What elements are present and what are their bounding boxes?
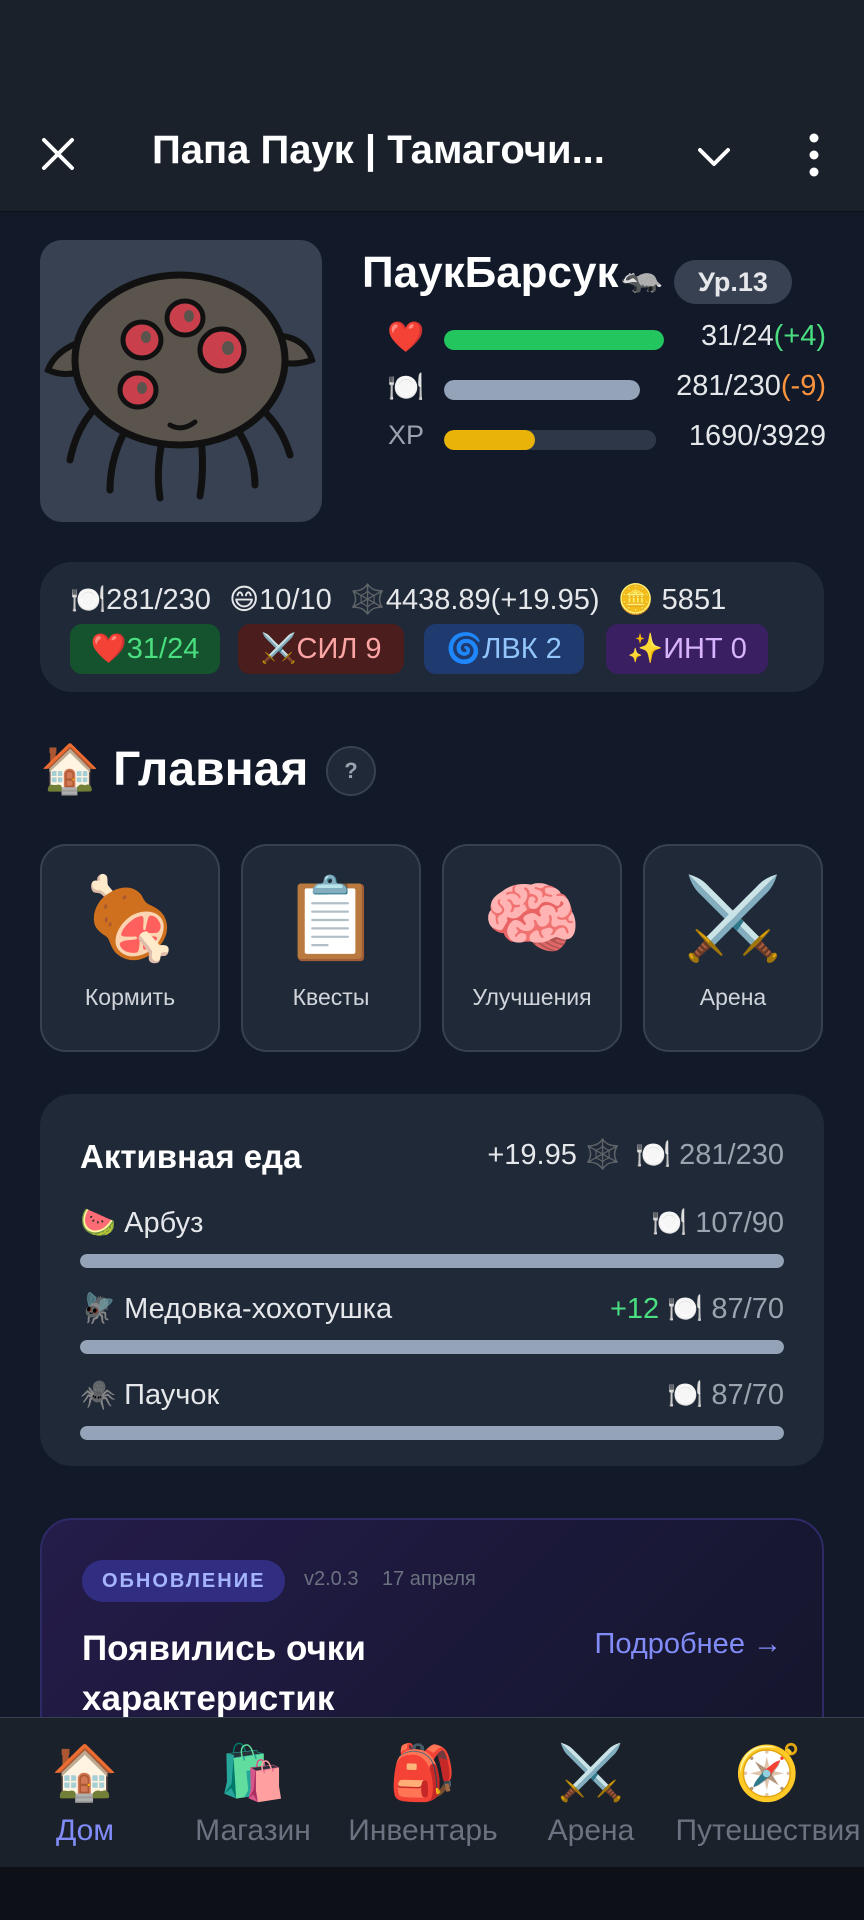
badger-icon: 🦡	[620, 257, 663, 295]
update-badge: ОБНОВЛЕНИЕ	[82, 1560, 286, 1602]
food-value: 🍽️ 87/70	[667, 1293, 784, 1325]
tile-label: Кормить	[84, 984, 176, 1010]
food-value: 281/230	[676, 370, 781, 402]
tile-label: Квесты	[292, 984, 370, 1010]
xp-stat: XP 1690/3929	[386, 418, 826, 458]
xp-bar	[444, 430, 656, 450]
brain-icon: 🧠	[482, 874, 582, 963]
food-delta: (-9)	[780, 370, 826, 402]
resource-coins: 🪙 5851	[617, 584, 727, 616]
web-gain: +19.95 🕸️	[487, 1139, 621, 1171]
food-item-fly: 🪰 Медовка-хохотушка +12 🍽️ 87/70	[80, 1292, 784, 1354]
chip-health: ❤️31/24	[70, 624, 220, 674]
update-date: 17 апреля	[382, 1568, 476, 1590]
xp-label: XP	[387, 420, 425, 450]
feed-tile[interactable]: 🍖 Кормить	[40, 844, 220, 1052]
food-name: 🕷️ Паучок	[80, 1379, 220, 1411]
section-title: 🏠 Главная	[40, 743, 309, 796]
health-bar	[444, 330, 664, 350]
update-version: v2.0.3	[304, 1568, 359, 1590]
nav-label: Магазин	[195, 1814, 311, 1847]
resources-line: 🍽️281/230 😄10/10 🕸️4438.89(+19.95) 🪙 5851	[70, 582, 744, 617]
nav-inventory[interactable]: 🎒 Инвентарь	[338, 1718, 508, 1868]
chip-strength: ⚔️СИЛ 9	[238, 624, 404, 674]
resource-mood: 😄10/10	[228, 584, 332, 616]
food-bar	[444, 380, 640, 400]
system-navigation-bar	[0, 1867, 864, 1920]
nav-label: Инвентарь	[348, 1814, 498, 1847]
pet-avatar[interactable]	[40, 240, 322, 522]
food-item-spider: 🕷️ Паучок 🍽️ 87/70	[80, 1378, 784, 1440]
resource-web: 🕸️4438.89(+19.95)	[349, 584, 600, 616]
food-value: 🍽️ 107/90	[651, 1207, 784, 1239]
food-stat: 🍽️ 281/230(-9)	[386, 368, 826, 408]
more-vertical-icon[interactable]	[798, 130, 830, 180]
chip-agility: 🌀ЛВК 2	[424, 624, 584, 674]
house-icon: 🏠	[40, 743, 100, 796]
page-title: Папа Паук | Тамагочи...	[152, 128, 605, 172]
main-content[interactable]: ПаукБарсук🦡 Ур.13 ❤️ 31/24(+4) 🍽️ 281/23…	[0, 212, 864, 1717]
resource-food: 🍽️281/230	[70, 584, 211, 616]
food-item-watermelon: 🍉 Арбуз 🍽️ 107/90	[80, 1206, 784, 1268]
shopping-bags-icon: 🛍️	[219, 1743, 287, 1803]
food-name: 🪰 Медовка-хохотушка	[80, 1293, 393, 1325]
resources-card: 🍽️281/230 😄10/10 🕸️4438.89(+19.95) 🪙 5851 ❤…	[40, 562, 824, 692]
bottom-navigation: 🏠 Дом 🛍️ Магазин 🎒 Инвентарь ⚔️ Арена 🧭 …	[0, 1717, 864, 1867]
meat-icon: 🍖	[80, 874, 180, 963]
food-progress	[80, 1254, 784, 1268]
health-stat: ❤️ 31/24(+4)	[386, 318, 826, 358]
food-progress	[80, 1340, 784, 1354]
close-icon[interactable]	[36, 132, 80, 176]
tile-label: Улучшения	[472, 984, 592, 1010]
active-food-title: Активная еда	[80, 1138, 302, 1175]
level-badge: Ур.13	[674, 260, 792, 304]
backpack-icon: 🎒	[389, 1743, 457, 1803]
upgrades-tile[interactable]: 🧠 Улучшения	[442, 844, 622, 1052]
crossed-swords-icon: ⚔️	[557, 1743, 625, 1803]
nav-label: Дом	[56, 1814, 114, 1847]
update-title: Появились очки характеристик	[82, 1629, 366, 1717]
chevron-down-icon[interactable]	[692, 134, 736, 178]
app-header: Папа Паук | Тамагочи...	[0, 100, 864, 212]
plate-icon: 🍽️	[387, 371, 425, 404]
clipboard-icon: 📋	[281, 874, 381, 963]
food-bonus: +12	[609, 1293, 660, 1325]
food-total: 🍽️ 281/230	[635, 1139, 784, 1171]
chip-intelligence: ✨ИНТ 0	[606, 624, 768, 674]
more-link[interactable]: Подробнее →	[595, 1628, 782, 1661]
nav-arena[interactable]: ⚔️ Арена	[516, 1718, 666, 1868]
health-delta: (+4)	[773, 320, 826, 352]
nav-shop[interactable]: 🛍️ Магазин	[178, 1718, 328, 1868]
active-food-card: Активная еда +19.95 🕸️ 🍽️ 281/230 🍉 Арбуз…	[40, 1094, 824, 1466]
compass-icon: 🧭	[734, 1743, 802, 1803]
update-card[interactable]: ОБНОВЛЕНИЕ v2.0.3 17 апреля Появились оч…	[40, 1518, 824, 1717]
food-value: 🍽️ 87/70	[667, 1379, 784, 1411]
house-icon: 🏠	[51, 1743, 119, 1803]
help-button[interactable]: ?	[326, 746, 376, 796]
status-bar	[0, 0, 864, 100]
nav-travel[interactable]: 🧭 Путешествия	[672, 1718, 864, 1868]
health-value: 31/24	[701, 320, 774, 352]
heart-icon: ❤️	[387, 321, 425, 354]
tile-label: Арена	[699, 984, 767, 1010]
nav-label: Арена	[547, 1814, 635, 1847]
quests-tile[interactable]: 📋 Квесты	[241, 844, 421, 1052]
food-name: 🍉 Арбуз	[80, 1207, 204, 1239]
food-progress	[80, 1426, 784, 1440]
arena-tile[interactable]: ⚔️ Арена	[643, 844, 823, 1052]
pet-name: ПаукБарсук🦡	[362, 248, 663, 297]
spider-icon	[44, 271, 316, 502]
crossed-swords-icon: ⚔️	[683, 874, 783, 963]
nav-label: Путешествия	[675, 1814, 861, 1847]
nav-home[interactable]: 🏠 Дом	[10, 1718, 160, 1868]
xp-value: 1690/3929	[688, 420, 826, 452]
